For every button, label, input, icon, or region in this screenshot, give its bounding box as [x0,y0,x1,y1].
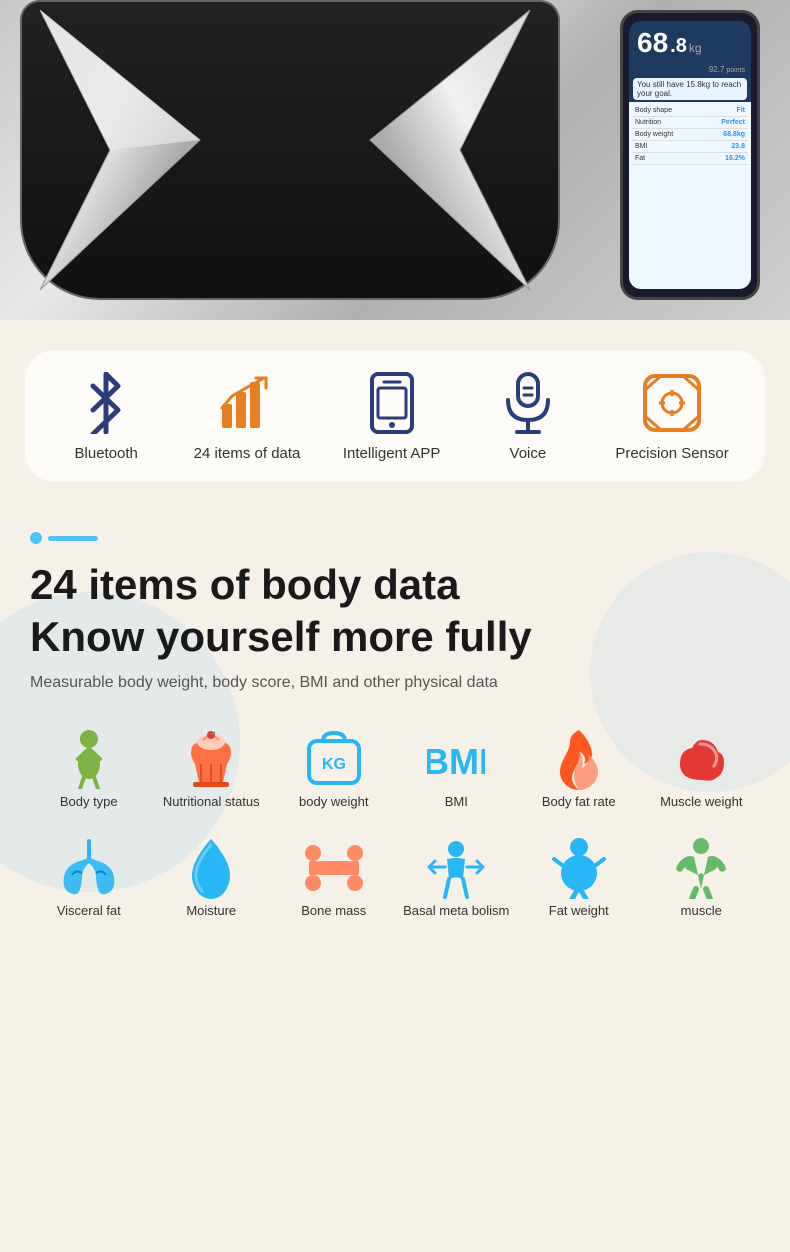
bluetooth-icon [80,375,132,431]
data-grid: Body type [30,722,760,930]
phone-icon [370,375,414,431]
section-subtitle: Measurable body weight, body score, BMI … [30,674,760,692]
phone-row: NutritionPerfect [632,117,748,129]
fat-person-icon [552,841,606,895]
feature-app-label: Intelligent APP [343,445,441,462]
body-type-label: Body type [60,794,118,811]
data-item-body-type: Body type [30,722,148,821]
section-title-line2: Know yourself more fully [30,614,760,660]
muscle-arm-icon [672,732,730,786]
muscle-weight-label: Muscle weight [660,794,742,811]
phone-row: Fat16.2% [632,153,748,165]
data-item-bmi: BMI BMI [398,722,516,821]
chart-icon [218,375,276,431]
phone-data-rows: Body shapeFit NutritionPerfect Body weig… [629,102,751,289]
feature-data-label: 24 items of data [194,445,301,462]
data-item-muscle: muscle [643,831,761,930]
data-item-visceral-fat: Visceral fat [30,831,148,930]
feature-voice-label: Voice [510,445,547,462]
fat-weight-label: Fat weight [549,903,609,920]
features-card: Bluetooth 24 items of data [25,350,765,482]
feature-bluetooth-label: Bluetooth [75,445,138,462]
muscle-label: muscle [681,903,722,920]
drop-icon [188,841,234,895]
hero-section: 68 .8 kg 92.7 points You still have 15.8… [0,0,790,320]
section-title-line1: 24 items of body data [30,562,760,608]
basal-label: Basal meta bolism [403,903,509,920]
data-item-bone-mass: Bone mass [275,831,393,930]
flame-icon [554,732,604,786]
nutritional-label: Nutritional status [163,794,260,811]
phone-row: Body weight68.8kg [632,129,748,141]
data-item-body-weight: KG body weight [275,722,393,821]
body-fat-label: Body fat rate [542,794,616,811]
svg-text:BMI: BMI [427,741,485,782]
data-item-basal: Basal meta bolism [398,831,516,930]
muscle-body-icon [670,841,732,895]
scale-kg-icon: KG [305,732,363,786]
phone-goal-text: You still have 15.8kg to reach your goal… [633,78,747,100]
bmi-icon: BMI [427,732,485,786]
sensor-icon [641,375,703,431]
visceral-fat-label: Visceral fat [57,903,121,920]
body-weight-label: body weight [299,794,368,811]
bone-icon [303,841,365,895]
body-type-icon [64,732,114,786]
scale-logo-right [360,0,540,300]
section-accent [30,532,760,544]
data-item-fat-weight: Fat weight [520,831,638,930]
data-item-moisture: Moisture [153,831,271,930]
body-data-section: 24 items of body data Know yourself more… [0,512,790,960]
phone-row: BMI23.8 [632,141,748,153]
phone-weight: 68 [637,27,668,59]
phone-row: Body shapeFit [632,105,748,117]
bmi-label: BMI [445,794,468,811]
phone-score: 92.7 points [629,63,751,76]
data-item-nutritional: Nutritional status [153,722,271,821]
accent-dot [30,532,42,544]
feature-sensor-label: Precision Sensor [615,445,728,462]
mic-icon [503,375,553,431]
data-item-body-fat: Body fat rate [520,722,638,821]
features-section: Bluetooth 24 items of data [0,320,790,512]
feature-sensor: Precision Sensor [615,375,728,462]
phone-mockup: 68 .8 kg 92.7 points You still have 15.8… [620,10,760,300]
lungs-icon [58,841,120,895]
feature-app: Intelligent APP [343,375,441,462]
feature-data: 24 items of data [194,375,301,462]
accent-line [48,536,98,541]
basal-icon [427,841,485,895]
moisture-label: Moisture [186,903,236,920]
svg-text:KG: KG [322,756,346,773]
feature-bluetooth: Bluetooth [61,375,151,462]
scale-logo-left [30,0,210,300]
feature-voice: Voice [483,375,573,462]
data-item-muscle-weight: Muscle weight [643,722,761,821]
nutritional-icon [183,732,239,786]
bone-mass-label: Bone mass [301,903,366,920]
